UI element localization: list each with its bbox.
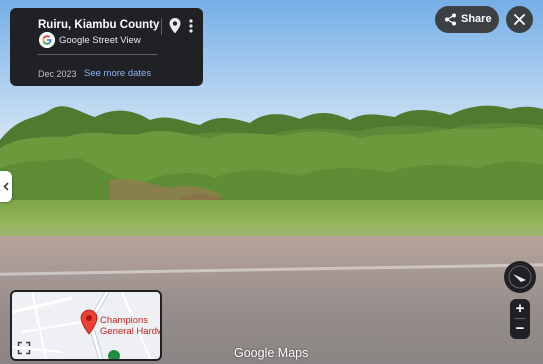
google-maps-watermark: Google Maps <box>234 346 309 360</box>
share-button[interactable]: Share <box>435 6 499 33</box>
close-icon <box>514 14 525 25</box>
card-separator <box>38 54 158 55</box>
chevron-left-icon <box>3 182 9 191</box>
location-title: Ruiru, Kiambu County <box>38 19 160 31</box>
google-g-icon <box>39 32 55 48</box>
compass-button[interactable] <box>504 261 536 293</box>
zoom-out-button[interactable]: − <box>510 319 530 339</box>
card-divider <box>161 18 162 35</box>
zoom-controls: + − <box>510 299 530 339</box>
compass-icon <box>508 265 532 289</box>
close-button[interactable] <box>506 6 533 33</box>
zoom-in-button[interactable]: + <box>510 299 530 319</box>
street-view-brand: Google Street View <box>59 35 141 46</box>
expand-icon[interactable] <box>17 341 31 355</box>
collapse-panel-tab[interactable] <box>0 171 12 202</box>
more-vert-icon[interactable] <box>185 17 197 35</box>
capture-date: Dec 2023 <box>38 69 77 79</box>
mini-map[interactable]: Champions General Hardw <box>10 290 162 361</box>
share-label: Share <box>461 13 492 25</box>
see-more-dates-link[interactable]: See more dates <box>84 68 151 79</box>
location-info-card: Ruiru, Kiambu County Google Street View … <box>10 8 203 86</box>
place-pin-icon <box>80 309 98 335</box>
poi-marker-icon <box>108 350 120 359</box>
map-pin-icon[interactable] <box>167 17 183 35</box>
place-label-line1: Champions <box>100 315 149 326</box>
place-label-line2: General Hardw <box>100 326 162 337</box>
share-icon <box>445 13 456 26</box>
